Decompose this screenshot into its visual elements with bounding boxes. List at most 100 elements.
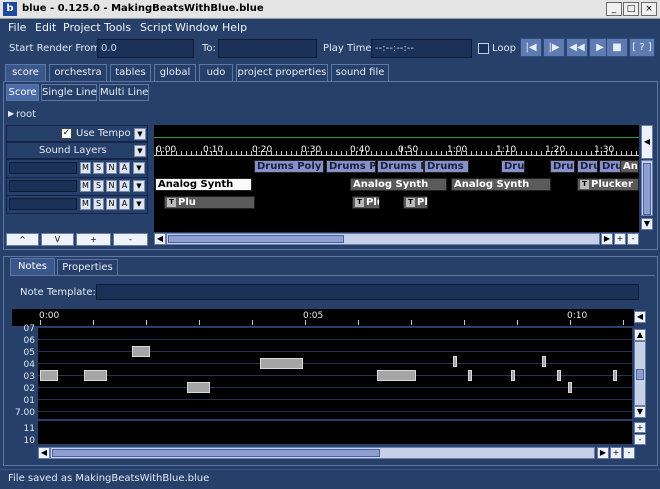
- tab-sound-file[interactable]: sound file: [331, 64, 389, 81]
- close-button[interactable]: ×: [641, 2, 657, 16]
- pianoroll-lower-zoom-out-button[interactable]: -: [634, 434, 646, 445]
- minimize-button[interactable]: _: [606, 2, 622, 16]
- remove-layer-button[interactable]: -: [113, 233, 148, 246]
- score-object-analog-synth[interactable]: Analog Synth: [155, 178, 252, 191]
- maximize-button[interactable]: □: [623, 2, 639, 16]
- menu-help[interactable]: Help: [222, 21, 247, 34]
- automation-button[interactable]: A: [119, 198, 130, 210]
- midi-note[interactable]: [542, 356, 546, 367]
- tab-orchestra[interactable]: orchestra: [49, 64, 107, 81]
- n-button[interactable]: N: [106, 162, 117, 174]
- subtab-single-line[interactable]: Single Line: [41, 84, 97, 101]
- score-object-analog-synth[interactable]: Analog Synth: [620, 160, 639, 173]
- pianoroll-lower-zoom-in-button[interactable]: +: [634, 422, 646, 433]
- n-button[interactable]: N: [106, 180, 117, 192]
- score-object-plu[interactable]: TPlu: [352, 196, 380, 209]
- pianoroll-vscroll-thumb[interactable]: [636, 369, 644, 380]
- midi-note[interactable]: [187, 382, 210, 393]
- score-vertical-scrollbar[interactable]: [641, 160, 653, 216]
- automation-button[interactable]: A: [119, 162, 130, 174]
- score-object-dru[interactable]: Dru: [599, 160, 621, 173]
- score-zoom-in-button[interactable]: +: [614, 233, 626, 245]
- midi-note[interactable]: [557, 370, 561, 381]
- help-button[interactable]: [ ? ]: [629, 38, 655, 57]
- tab-project-properties[interactable]: project properties: [236, 64, 328, 81]
- loop-checkbox[interactable]: [478, 43, 489, 54]
- rewind-to-start-button[interactable]: |◀: [520, 38, 542, 57]
- solo-button[interactable]: S: [93, 162, 104, 174]
- menu-window[interactable]: Window: [175, 21, 218, 34]
- score-scroll-down-button[interactable]: ▼: [641, 218, 653, 230]
- score-hscroll-thumb[interactable]: [168, 235, 344, 243]
- midi-note[interactable]: [132, 346, 150, 357]
- timeline-side-arrow-button[interactable]: ◀: [641, 125, 653, 159]
- solo-button[interactable]: S: [93, 180, 104, 192]
- subtab-score[interactable]: Score: [6, 84, 39, 101]
- score-object-drums-po[interactable]: Drums Po: [326, 160, 376, 173]
- score-object-plucker[interactable]: TPlucker: [403, 196, 428, 209]
- mute-button[interactable]: M: [80, 162, 91, 174]
- score-object-plu[interactable]: TPlu: [164, 196, 255, 209]
- stop-button[interactable]: ■: [606, 38, 628, 57]
- pianoroll-scroll-down-button[interactable]: ▼: [634, 406, 646, 418]
- layer-menu-button[interactable]: ▼: [133, 198, 145, 210]
- to-input[interactable]: [218, 39, 317, 58]
- score-object-analog-synth[interactable]: Analog Synth: [451, 178, 551, 191]
- pianoroll-scroll-left-button[interactable]: ◀: [38, 447, 50, 459]
- menu-project[interactable]: Project: [63, 21, 101, 34]
- pianoroll-scroll-up-button[interactable]: ▲: [634, 329, 646, 341]
- render-marker-button[interactable]: |▶: [543, 38, 565, 57]
- tab-notes[interactable]: Notes: [10, 258, 55, 275]
- layer-name-input[interactable]: [9, 180, 77, 192]
- pianoroll-vertical-scrollbar[interactable]: [634, 341, 646, 406]
- tab-udo[interactable]: udo: [199, 64, 233, 81]
- score-scroll-left-button[interactable]: ◀: [154, 233, 166, 245]
- score-object-drums-po[interactable]: Drums Po: [424, 160, 469, 173]
- score-vscroll-thumb[interactable]: [643, 163, 651, 215]
- pianoroll-lower-grid[interactable]: [38, 421, 632, 444]
- start-render-input[interactable]: 0.0: [97, 39, 194, 58]
- use-tempo-checkbox[interactable]: ✓: [61, 128, 72, 139]
- menu-file[interactable]: File: [8, 21, 26, 34]
- pianoroll-scroll-right-button[interactable]: ▶: [597, 447, 609, 459]
- solo-button[interactable]: S: [93, 198, 104, 210]
- score-object-drums-poly[interactable]: Drums Poly: [254, 160, 324, 173]
- pianoroll-zoom-out-button[interactable]: -: [623, 447, 635, 459]
- pianoroll-grid[interactable]: [38, 328, 632, 419]
- pianoroll-side-arrow-button[interactable]: ◀: [634, 311, 646, 323]
- midi-note[interactable]: [377, 370, 416, 381]
- move-layer-down-button[interactable]: V: [41, 233, 74, 246]
- score-object-drur[interactable]: Drur: [550, 160, 575, 173]
- tab-score[interactable]: score: [5, 64, 46, 81]
- score-scroll-right-button[interactable]: ▶: [601, 233, 613, 245]
- tab-global[interactable]: global: [154, 64, 196, 81]
- score-horizontal-scrollbar[interactable]: [166, 233, 600, 245]
- score-object-analog-synth[interactable]: Analog Synth: [350, 178, 447, 191]
- automation-button[interactable]: A: [119, 180, 130, 192]
- move-layer-up-button[interactable]: ^: [6, 233, 39, 246]
- note-template-input[interactable]: [96, 284, 639, 300]
- midi-note[interactable]: [613, 370, 617, 381]
- mute-button[interactable]: M: [80, 198, 91, 210]
- pianoroll-zoom-in-button[interactable]: +: [610, 447, 622, 459]
- midi-note[interactable]: [511, 370, 515, 381]
- score-object-drums-po[interactable]: Drums Po: [377, 160, 424, 173]
- score-object-drur[interactable]: Drur: [501, 160, 525, 173]
- layer-menu-button[interactable]: ▼: [133, 162, 145, 174]
- midi-note[interactable]: [453, 356, 457, 367]
- layer-name-input[interactable]: [9, 162, 77, 174]
- midi-note[interactable]: [84, 370, 107, 381]
- layer-name-input[interactable]: [9, 198, 77, 210]
- rewind-button[interactable]: ◀◀: [566, 38, 588, 57]
- score-object-plucker[interactable]: TPlucker: [577, 178, 639, 191]
- midi-note[interactable]: [468, 370, 472, 381]
- sound-layers-dropdown-button[interactable]: ▼: [134, 145, 146, 157]
- pianoroll-horizontal-scrollbar[interactable]: [50, 447, 595, 459]
- tempo-dropdown-button[interactable]: ▼: [134, 128, 146, 140]
- menu-script[interactable]: Script: [140, 21, 172, 34]
- subtab-multi-line[interactable]: Multi Line: [99, 84, 149, 101]
- midi-note[interactable]: [40, 370, 58, 381]
- score-zoom-out-button[interactable]: -: [627, 233, 639, 245]
- pianoroll-hscroll-thumb[interactable]: [52, 449, 380, 457]
- midi-note[interactable]: [568, 382, 572, 393]
